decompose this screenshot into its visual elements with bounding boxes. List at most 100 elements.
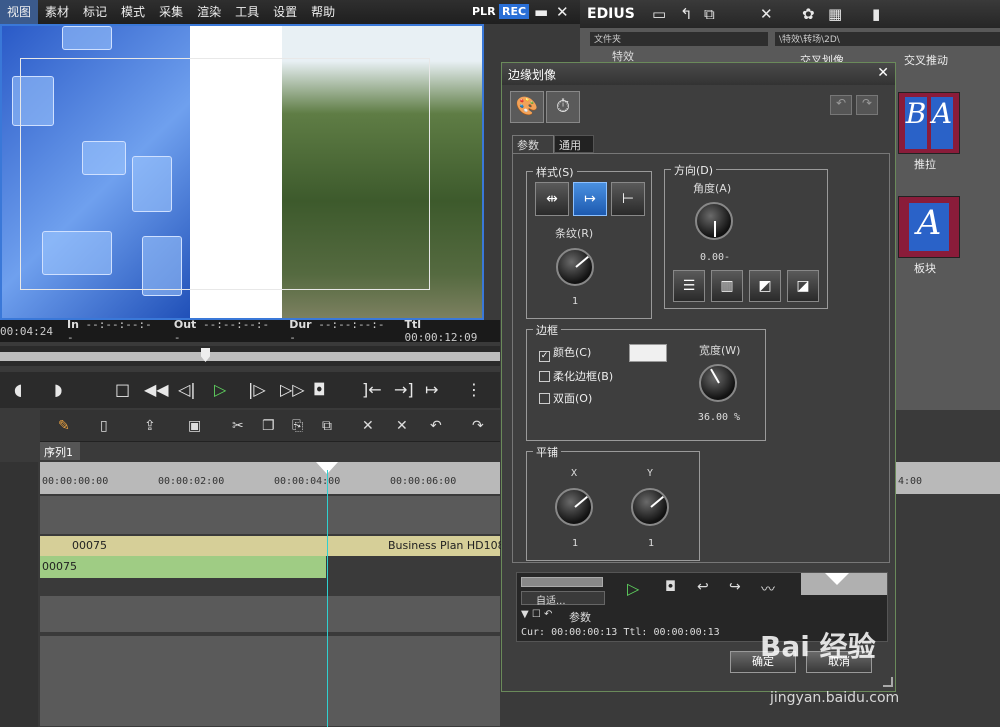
tab-sequence[interactable]: 序列1 bbox=[40, 442, 80, 460]
redo-icon[interactable]: ↷ bbox=[472, 418, 484, 434]
playhead-line bbox=[327, 470, 328, 727]
direction-diagonal-button[interactable]: ◩ bbox=[749, 270, 781, 302]
tile-x-knob[interactable] bbox=[555, 488, 593, 526]
rec-indicator[interactable]: REC bbox=[499, 4, 530, 19]
double-side-checkbox[interactable]: 双面(O) bbox=[539, 390, 592, 406]
out-label: Out bbox=[173, 318, 197, 331]
menu-item-capture[interactable]: 采集 bbox=[152, 0, 190, 24]
rewind-icon[interactable]: ◀◀ bbox=[144, 380, 169, 399]
palette-icon[interactable]: 🎨 bbox=[510, 91, 544, 123]
redo-icon[interactable]: ↷ bbox=[856, 95, 878, 115]
menu-item-settings[interactable]: 设置 bbox=[266, 0, 304, 24]
undo-icon[interactable]: ↶ bbox=[830, 95, 852, 115]
loop-icon[interactable]: ◘ bbox=[665, 579, 676, 595]
video-track-empty bbox=[40, 496, 500, 534]
resize-grip[interactable] bbox=[883, 677, 893, 687]
effect-thumb-push[interactable]: B A bbox=[898, 92, 960, 154]
tile-y-knob[interactable] bbox=[631, 488, 669, 526]
tab-general[interactable]: 通用 bbox=[554, 135, 594, 153]
trim-icon[interactable]: ↦ bbox=[425, 380, 438, 399]
paste-icon[interactable]: ⎘ bbox=[292, 418, 303, 434]
direction-vertical-button[interactable]: ▥ bbox=[711, 270, 743, 302]
soft-border-checkbox[interactable]: 柔化边框(B) bbox=[539, 368, 613, 384]
close-icon[interactable]: ✕ bbox=[556, 4, 569, 20]
menu-item-tools[interactable]: 工具 bbox=[228, 0, 266, 24]
style-left-right-button[interactable]: ⇹ bbox=[535, 182, 569, 216]
play-icon[interactable]: ▷ bbox=[214, 380, 226, 399]
ripple-delete-icon[interactable]: ✕ bbox=[396, 418, 408, 434]
menu-item-render[interactable]: 渲染 bbox=[190, 0, 228, 24]
folder-header: 文件夹 bbox=[590, 32, 768, 46]
double-side-label: 双面(O) bbox=[553, 392, 593, 405]
direction-horizontal-button[interactable]: ☰ bbox=[673, 270, 705, 302]
loop-icon[interactable]: ◘ bbox=[313, 380, 326, 399]
overwrite-icon[interactable]: →] bbox=[394, 380, 414, 399]
border-color-swatch[interactable] bbox=[629, 344, 667, 362]
up-icon[interactable]: ↰ bbox=[680, 5, 693, 23]
copy-icon[interactable]: ❐ bbox=[262, 418, 275, 434]
ruler-tick-label: 4:00 bbox=[898, 476, 923, 487]
new-bin-icon[interactable]: ⧉ bbox=[704, 5, 715, 23]
color-checkbox-label: 颜色(C) bbox=[553, 346, 592, 359]
set-out-icon[interactable]: ◗ bbox=[54, 380, 62, 399]
menu-item-clip[interactable]: 素材 bbox=[38, 0, 76, 24]
set-in-icon[interactable]: ◖ bbox=[14, 380, 22, 399]
width-knob[interactable] bbox=[699, 364, 737, 402]
scrub-bar[interactable] bbox=[0, 346, 500, 366]
replace-icon[interactable]: ⧉ bbox=[322, 418, 332, 434]
width-label: 宽度(W) bbox=[699, 344, 741, 357]
view-icon[interactable]: ▦ bbox=[828, 5, 842, 23]
fast-forward-icon[interactable]: ▷▷ bbox=[280, 380, 305, 399]
cut-icon[interactable]: ✂ bbox=[232, 418, 244, 434]
style-center-button[interactable]: ↦ bbox=[573, 182, 607, 216]
more-icon[interactable]: ⋮ bbox=[466, 380, 482, 399]
step-back-icon[interactable]: ◁| bbox=[178, 380, 196, 399]
plr-indicator[interactable]: PLR bbox=[472, 5, 496, 18]
graph-icon[interactable]: 〰 bbox=[761, 579, 775, 599]
play-icon[interactable]: ▷ bbox=[627, 579, 639, 598]
delete-icon[interactable]: ✕ bbox=[362, 418, 374, 434]
color-checkbox[interactable]: ✓ 颜色(C) bbox=[539, 344, 591, 362]
angle-knob[interactable] bbox=[695, 202, 733, 240]
style-group-label: 样式(S) bbox=[533, 164, 577, 180]
fit-dropdown[interactable]: 自适... bbox=[521, 591, 605, 607]
insert-icon[interactable]: ]← bbox=[362, 380, 382, 399]
timeline-clip-audio[interactable]: 00075 bbox=[40, 556, 326, 578]
lock-icon[interactable]: ▮ bbox=[872, 5, 880, 23]
stripe-value: 1 bbox=[571, 296, 579, 307]
baidu-watermark-logo: Bai 经验 bbox=[760, 630, 876, 663]
undo-icon[interactable]: ↶ bbox=[430, 418, 442, 434]
direction-diagonal2-button[interactable]: ◪ bbox=[787, 270, 819, 302]
close-icon[interactable]: ✕ bbox=[877, 65, 889, 81]
step-forward-icon[interactable]: |▷ bbox=[248, 380, 266, 399]
pen-icon[interactable]: ✎ bbox=[58, 418, 70, 434]
save-icon[interactable]: ▣ bbox=[188, 418, 201, 434]
menu-item-help[interactable]: 帮助 bbox=[304, 0, 342, 24]
clip-name-b: Business Plan HD1080 bbox=[388, 539, 512, 552]
stripe-knob[interactable] bbox=[556, 248, 594, 286]
menu-item-view[interactable]: 视图 bbox=[0, 0, 39, 24]
folder-icon[interactable]: ▭ bbox=[652, 5, 666, 23]
mini-slider[interactable] bbox=[521, 577, 603, 587]
direction-group-label: 方向(D) bbox=[671, 162, 717, 178]
property-icon[interactable]: ✿ bbox=[802, 5, 815, 23]
menu-item-marker[interactable]: 标记 bbox=[76, 0, 114, 24]
timeline-ruler[interactable]: 00:00:00:00 00:00:02:00 00:00:04:00 00:0… bbox=[40, 462, 500, 494]
delete-icon[interactable]: ✕ bbox=[760, 5, 773, 23]
style-right-button[interactable]: ⊢ bbox=[611, 182, 645, 216]
prev-key-icon[interactable]: ↩ bbox=[697, 579, 709, 595]
safe-area-frame bbox=[20, 58, 430, 290]
effect-thumb-block[interactable]: A bbox=[898, 196, 960, 258]
minimize-icon[interactable]: ▬ bbox=[534, 4, 548, 20]
new-file-icon[interactable]: ▯ bbox=[100, 418, 108, 434]
dialog-title-bar: 边缘划像 ✕ bbox=[502, 63, 895, 85]
next-key-icon[interactable]: ↪ bbox=[729, 579, 741, 595]
export-icon[interactable]: ⇪ bbox=[144, 418, 156, 434]
timeline-clip-video[interactable]: 00075 Business Plan HD1080 bbox=[40, 536, 512, 556]
tab-params[interactable]: 参数 bbox=[512, 135, 554, 153]
expand-icon[interactable]: ▼ ☐ ↶ bbox=[521, 609, 552, 620]
stopwatch-icon[interactable]: ⏱ bbox=[546, 91, 580, 123]
menu-item-mode[interactable]: 模式 bbox=[114, 0, 152, 24]
preview-monitor bbox=[0, 24, 484, 320]
stop-icon[interactable]: □ bbox=[115, 380, 130, 399]
